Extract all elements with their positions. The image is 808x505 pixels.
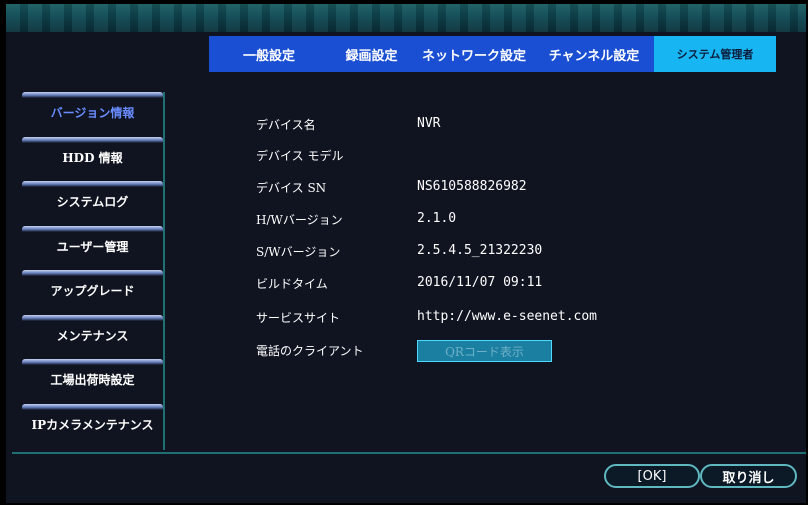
device-name-value: NVR: [417, 116, 441, 131]
sidebar-item-hdd-info[interactable]: HDD 情報: [20, 137, 165, 177]
sidebar-item-label: IPカメラメンテナンス: [31, 417, 154, 432]
sidebar-item-maintenance[interactable]: メンテナンス: [20, 315, 165, 355]
sidebar-item-label: HDD 情報: [62, 150, 123, 165]
device-sn-label: デバイス SN: [256, 181, 327, 195]
top-banner: [6, 4, 806, 32]
phone-client-label: 電話のクライアント: [256, 344, 364, 358]
sidebar-item-upgrade[interactable]: アップグレード: [20, 270, 165, 310]
top-tab-bar: 一般設定 録画設定 ネットワーク設定 チャンネル設定 システム管理者: [209, 36, 776, 72]
sidebar-item-version-info[interactable]: バージョン情報: [20, 92, 165, 132]
tab-general[interactable]: 一般設定: [209, 36, 329, 72]
device-model-label: デバイス モデル: [256, 149, 344, 163]
build-time-value: 2016/11/07 09:11: [417, 275, 543, 290]
sidebar-item-label: バージョン情報: [50, 105, 135, 120]
device-sn-value: NS610588826982: [417, 179, 527, 194]
service-site-label: サービスサイト: [256, 311, 341, 325]
ok-button[interactable]: [OK]: [604, 464, 700, 488]
sidebar-item-label: メンテナンス: [56, 328, 129, 343]
service-site-value: http://www.e-seenet.com: [417, 309, 598, 324]
sidebar-item-label: システムログ: [56, 194, 129, 209]
sidebar: バージョン情報 HDD 情報 システムログ ユーザー管理 アップグレード メンテ…: [20, 92, 165, 450]
tab-network[interactable]: ネットワーク設定: [414, 36, 534, 72]
device-name-label: デバイス名: [256, 118, 316, 132]
footer-divider: [12, 452, 806, 454]
hw-version-label: H/Wバージョン: [256, 213, 343, 227]
sidebar-item-label: アップグレード: [50, 283, 135, 298]
cancel-button[interactable]: 取り消し: [700, 464, 797, 488]
tab-system-admin[interactable]: システム管理者: [654, 36, 776, 72]
sidebar-item-label: 工場出荷時設定: [50, 372, 135, 387]
build-time-label: ビルドタイム: [256, 277, 328, 291]
hw-version-value: 2.1.0: [417, 211, 457, 226]
show-qr-code-button[interactable]: QRコード表示: [417, 340, 552, 362]
sw-version-value: 2.5.4.5_21322230: [417, 243, 543, 258]
sidebar-item-ip-camera-maintenance[interactable]: IPカメラメンテナンス: [20, 404, 165, 444]
tab-channel[interactable]: チャンネル設定: [534, 36, 654, 72]
sidebar-item-system-log[interactable]: システムログ: [20, 181, 165, 221]
sidebar-item-factory-reset[interactable]: 工場出荷時設定: [20, 359, 165, 399]
dvr-settings-screen: 一般設定 録画設定 ネットワーク設定 チャンネル設定 システム管理者 バージョン…: [6, 4, 806, 503]
tab-recording[interactable]: 録画設定: [329, 36, 414, 72]
sidebar-item-user-management[interactable]: ユーザー管理: [20, 226, 165, 266]
sidebar-item-label: ユーザー管理: [56, 239, 129, 254]
sw-version-label: S/Wバージョン: [256, 245, 341, 259]
